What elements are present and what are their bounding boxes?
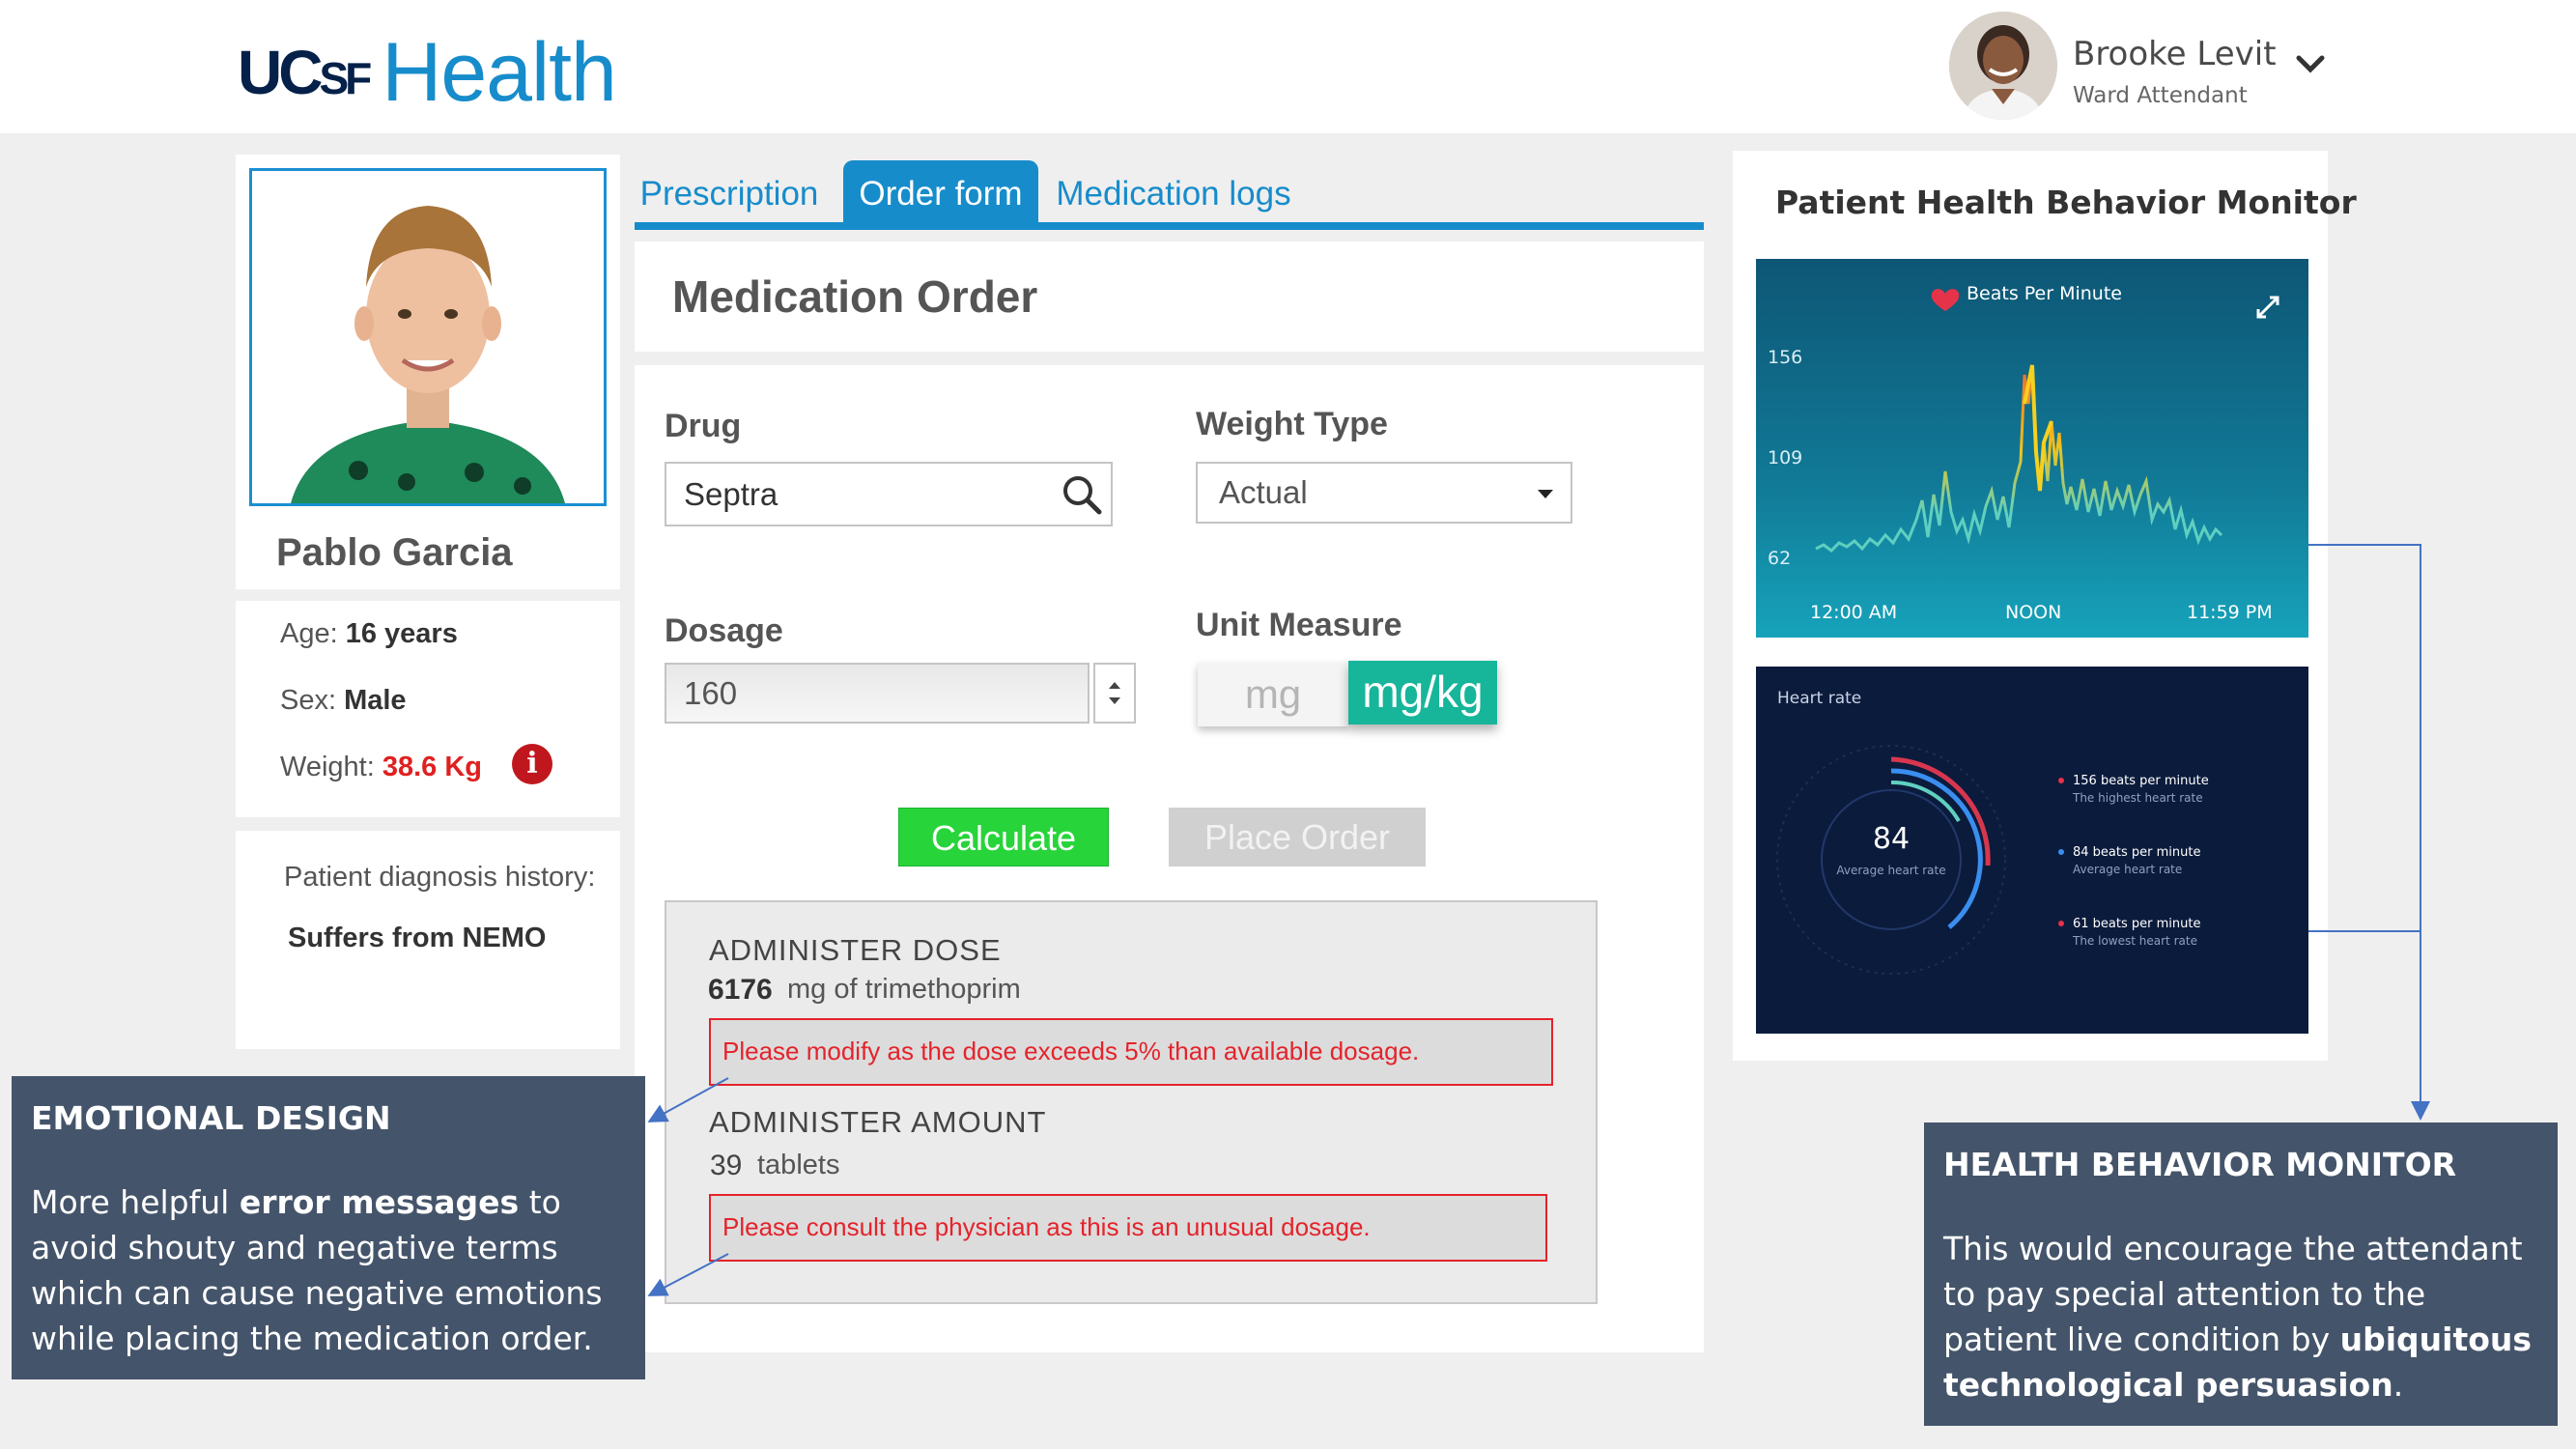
x-tick-start: 12:00 AM: [1810, 602, 1897, 623]
unit-mgkg-toggle[interactable]: mg/kg: [1348, 661, 1497, 724]
diagnosis-history-label: Patient diagnosis history:: [284, 862, 596, 893]
dosage-stepper[interactable]: [1093, 663, 1136, 724]
patient-photo: [249, 168, 607, 506]
drug-label: Drug: [665, 408, 742, 444]
health-behavior-monitor-title: HEALTH BEHAVIOR MONITOR: [1943, 1146, 2457, 1183]
patient-weight: Weight: 38.6 Kg: [280, 752, 482, 783]
emotional-design-body: More helpful error messages to avoid sho…: [31, 1183, 603, 1357]
dose-error-message: Please modify as the dose exceeds 5% tha…: [709, 1018, 1553, 1086]
bpm-series-line: [1815, 364, 2223, 553]
administer-amount-unit: tablets: [757, 1150, 840, 1180]
y-tick-156: 156: [1768, 347, 1802, 368]
amount-error-message: Please consult the physician as this is …: [709, 1194, 1547, 1262]
heart-rate-title: Heart rate: [1777, 689, 1861, 708]
administer-dose-value: 6176: [708, 974, 773, 1006]
monitor-title: Patient Health Behavior Monitor: [1775, 184, 2357, 221]
average-heart-rate-value: 84: [1873, 822, 1910, 856]
drug-search-input[interactable]: Septra: [665, 462, 1113, 526]
unit-measure-label: Unit Measure: [1196, 607, 1402, 643]
weight-label: Weight:: [280, 752, 375, 782]
weight-value: 38.6 Kg: [382, 752, 483, 782]
user-role: Ward Attendant: [2073, 83, 2248, 108]
expand-icon: [2256, 296, 2279, 319]
tab-order-form[interactable]: Order form: [843, 160, 1038, 228]
administer-amount-heading: ADMINISTER AMOUNT: [709, 1105, 1047, 1139]
heart-icon: [1931, 289, 1960, 311]
diagnosis-history-text: Suffers from NEMO: [288, 923, 547, 953]
bpm-chart-panel[interactable]: Beats Per Minute 156 109 62 12:00 AM NOO…: [1756, 259, 2308, 638]
health-behavior-monitor-note: HEALTH BEHAVIOR MONITOR This would encou…: [1924, 1122, 2558, 1426]
search-icon[interactable]: [1061, 473, 1103, 516]
weight-type-select[interactable]: Actual: [1196, 462, 1572, 524]
calculate-button[interactable]: Calculate: [898, 808, 1109, 867]
ucsf-health-logo[interactable]: UCSF Health: [238, 19, 617, 126]
stat-average-value: 84 beats per minute: [2073, 845, 2200, 860]
administer-dose-heading: ADMINISTER DOSE: [709, 933, 1002, 967]
patient-age: Age: 16 years: [280, 618, 458, 650]
dosage-input[interactable]: 160: [665, 663, 1090, 724]
dropdown-caret-icon: [1538, 490, 1553, 498]
user-avatar[interactable]: [1949, 12, 2057, 120]
stat-average-label: Average heart rate: [2073, 863, 2182, 876]
administer-amount-value: 39: [710, 1150, 743, 1181]
tab-prescription[interactable]: Prescription: [637, 160, 821, 228]
y-tick-109: 109: [1768, 447, 1802, 469]
age-value: 16 years: [345, 618, 458, 649]
sex-label: Sex:: [280, 685, 337, 716]
age-label: Age:: [280, 618, 338, 649]
x-tick-end: 11:59 PM: [2187, 602, 2273, 623]
dosage-label: Dosage: [665, 612, 783, 649]
stat-highest-value: 156 beats per minute: [2073, 774, 2209, 788]
patient-name: Pablo Garcia: [276, 531, 513, 574]
tabs-underline: [635, 222, 1704, 230]
place-order-button[interactable]: Place Order: [1169, 808, 1426, 867]
logo-ucsf: UCSF: [238, 38, 372, 107]
heart-rate-panel[interactable]: Heart rate 84 Average heart rate 156 bea…: [1756, 667, 2308, 1034]
bpm-title: Beats Per Minute: [1967, 283, 2122, 304]
emotional-design-title: EMOTIONAL DESIGN: [31, 1099, 391, 1137]
average-heart-rate-label: Average heart rate: [1836, 864, 1945, 877]
stat-highest-label: The highest heart rate: [2072, 791, 2203, 805]
stat-lowest-label: The lowest heart rate: [2072, 934, 2197, 948]
sex-value: Male: [344, 685, 407, 716]
chevron-down-icon[interactable]: [2291, 48, 2330, 81]
tab-medication-logs[interactable]: Medication logs: [1053, 160, 1294, 228]
administer-dose-unit: mg of trimethoprim: [787, 974, 1021, 1005]
patient-sex: Sex: Male: [280, 685, 407, 717]
emotional-design-note: EMOTIONAL DESIGN More helpful error mess…: [12, 1076, 645, 1379]
stat-lowest-value: 61 beats per minute: [2073, 917, 2200, 931]
health-behavior-monitor-body: This would encourage the attendant to pa…: [1943, 1230, 2533, 1404]
page-title: Medication Order: [672, 271, 1038, 322]
logo-health: Health: [382, 25, 617, 119]
weight-type-label: Weight Type: [1196, 406, 1388, 442]
unit-mg-toggle[interactable]: mg: [1198, 663, 1348, 726]
x-tick-noon: NOON: [2005, 602, 2061, 623]
user-name: Brooke Levit: [2073, 35, 2277, 73]
info-icon[interactable]: i: [512, 744, 552, 784]
y-tick-62: 62: [1768, 548, 1791, 569]
